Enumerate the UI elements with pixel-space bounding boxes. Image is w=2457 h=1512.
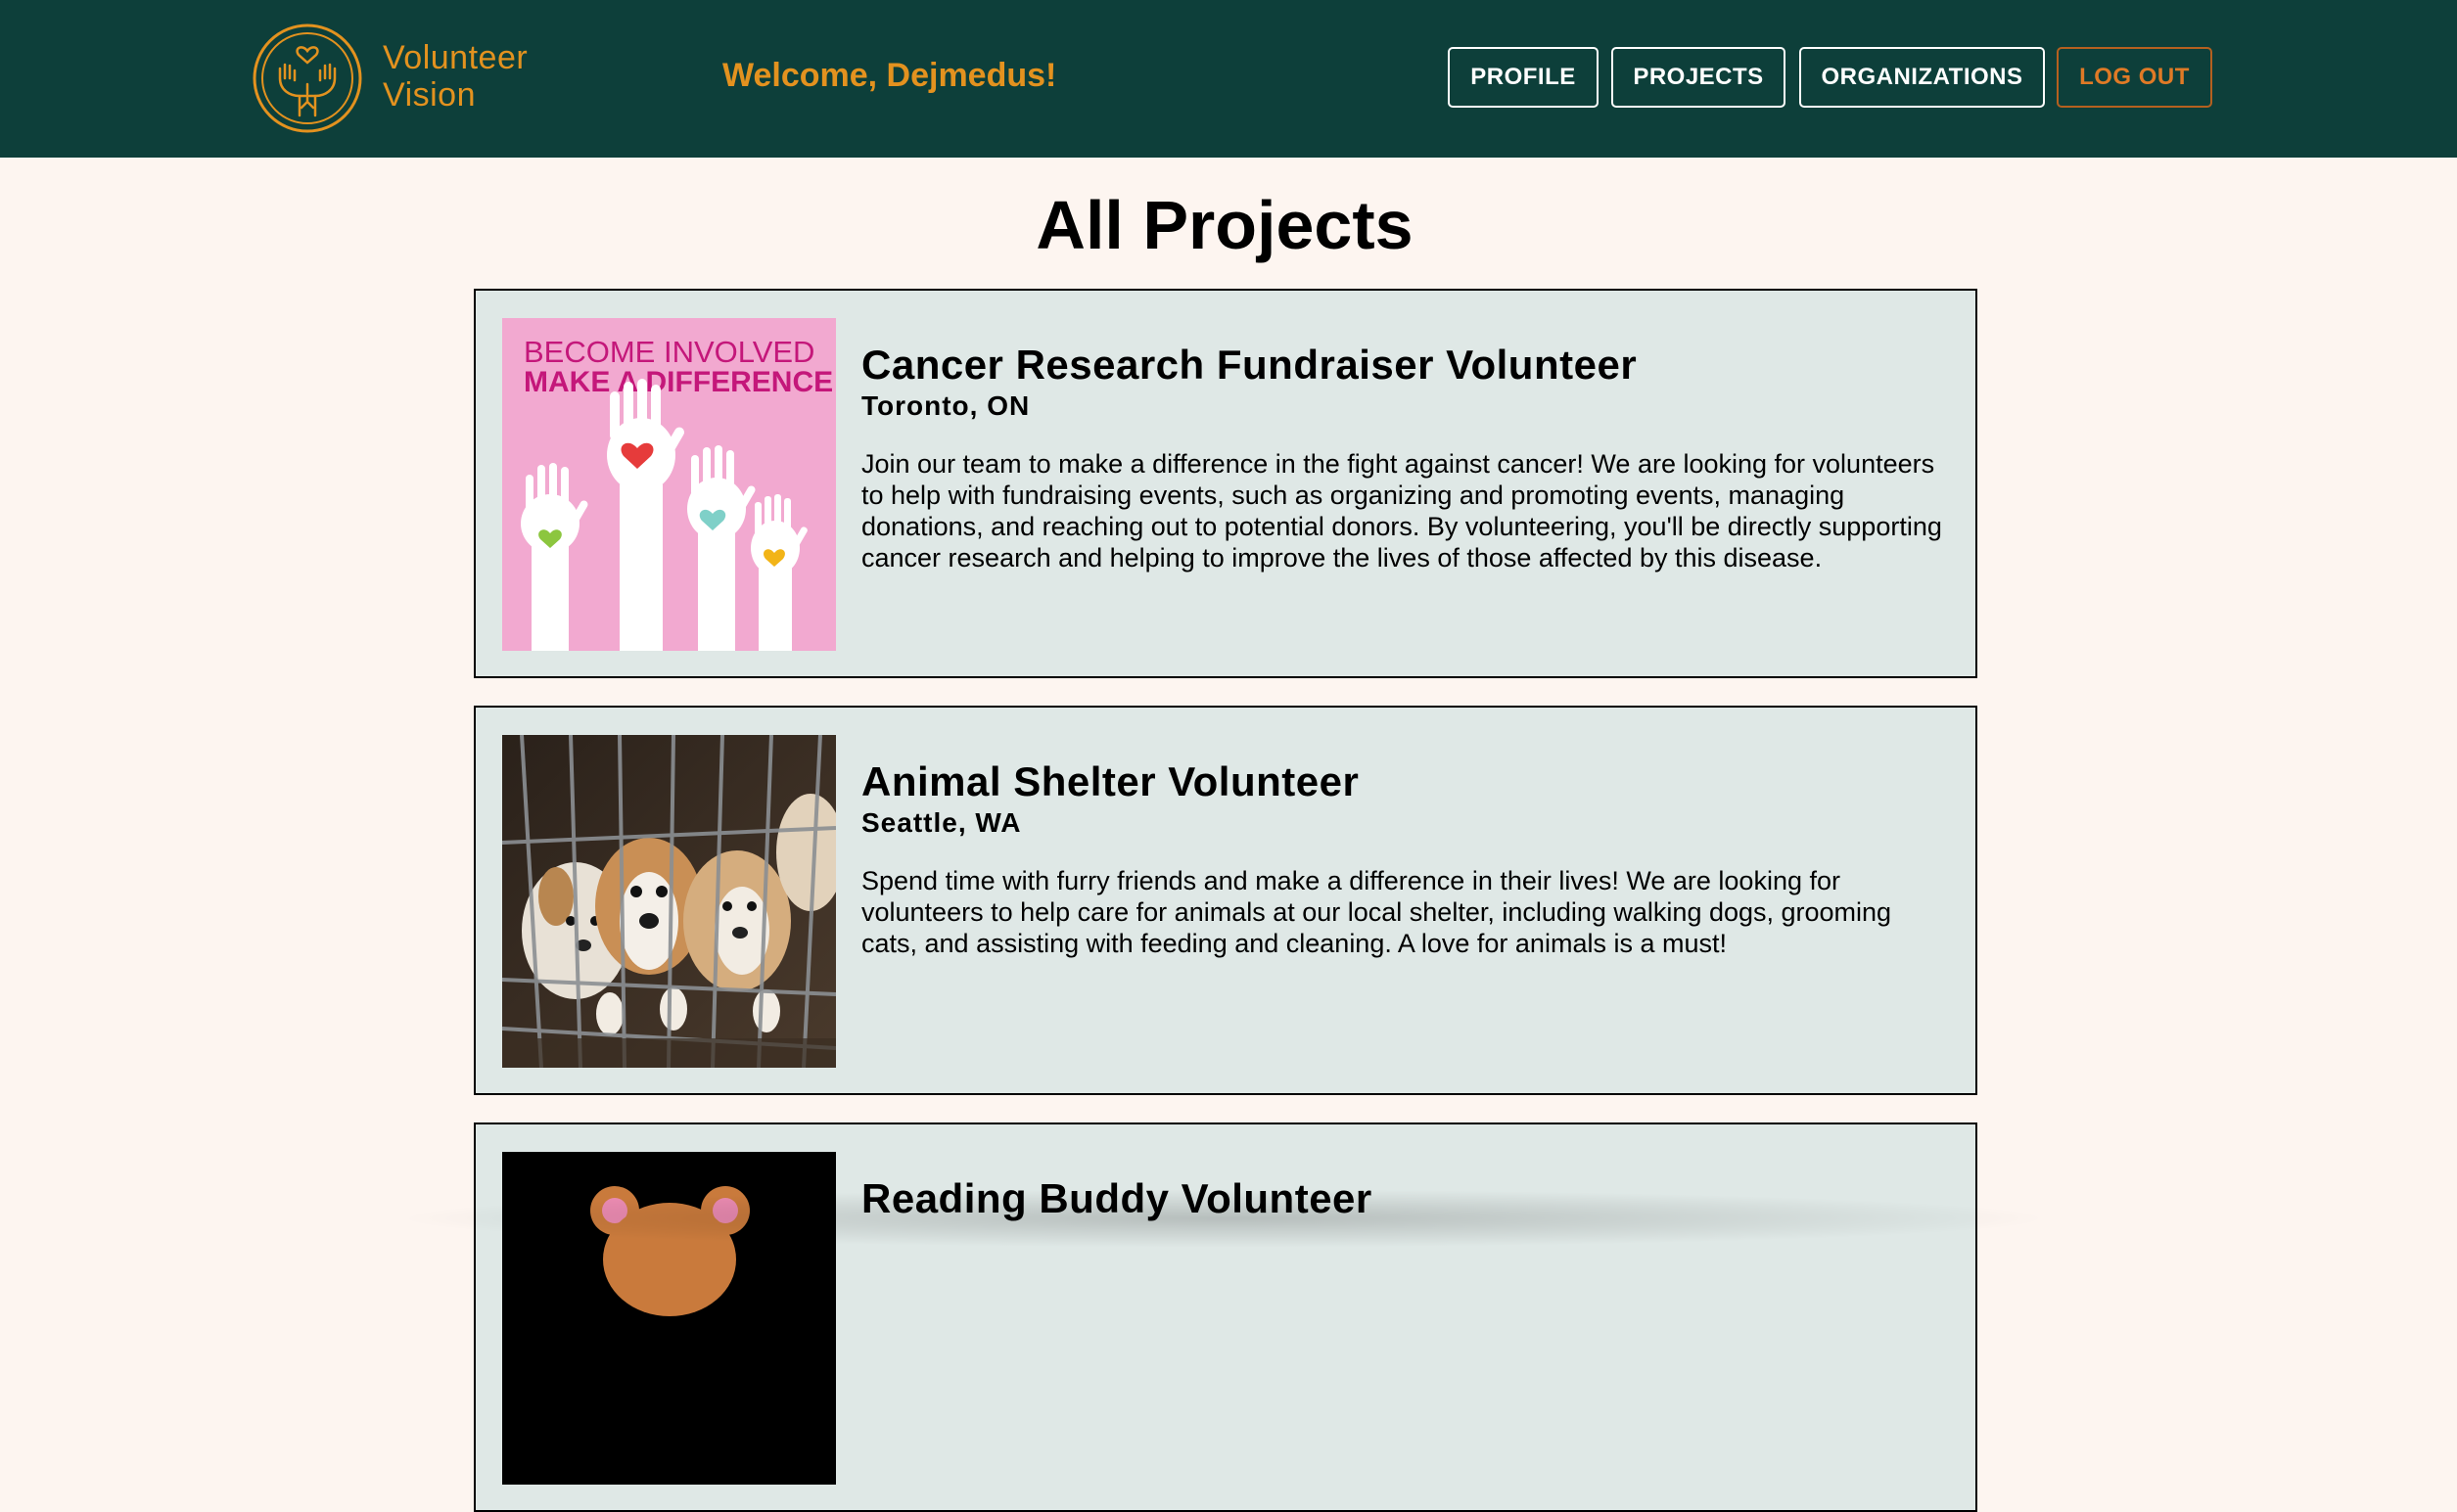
- page-title: All Projects: [1036, 187, 1414, 263]
- nav-projects-button[interactable]: PROJECTS: [1611, 47, 1785, 108]
- top-navbar: Volunteer Vision Welcome, Dejmedus! PROF…: [0, 0, 2457, 158]
- project-card[interactable]: Reading Buddy Volunteer: [474, 1123, 1977, 1512]
- volunteer-vision-logo-icon[interactable]: [251, 22, 364, 135]
- brand-name-line2: Vision: [383, 76, 476, 114]
- project-location: Toronto, ON: [861, 390, 1031, 421]
- project-description: Spend time with furry friends and make a…: [861, 866, 1892, 958]
- teddy-bear-illustration-icon: [502, 1152, 836, 1485]
- image-text-line2: MAKE A DIFFERENCE: [524, 366, 833, 398]
- caged-puppies-photo-icon: [502, 735, 836, 1068]
- project-image[interactable]: [502, 1152, 836, 1485]
- nav-profile-button[interactable]: PROFILE: [1448, 47, 1599, 108]
- project-image[interactable]: [502, 735, 836, 1068]
- welcome-message: Welcome, Dejmedus!: [722, 57, 1057, 94]
- project-title[interactable]: Animal Shelter Volunteer: [861, 758, 1359, 805]
- project-title[interactable]: Cancer Research Fundraiser Volunteer: [861, 342, 1637, 389]
- logout-button[interactable]: LOG OUT: [2057, 47, 2212, 108]
- project-title[interactable]: Reading Buddy Volunteer: [861, 1175, 1372, 1222]
- project-image[interactable]: BECOME INVOLVED MAKE A DIFFERENCE: [502, 318, 836, 651]
- project-description: Join our team to make a difference in th…: [861, 449, 1942, 573]
- brand-name-line1: Volunteer: [383, 39, 529, 76]
- project-location: Seattle, WA: [861, 807, 1022, 838]
- raised-hands-illustration-icon: BECOME INVOLVED MAKE A DIFFERENCE: [502, 318, 836, 651]
- project-card[interactable]: Animal Shelter Volunteer Seattle, WA Spe…: [474, 706, 1977, 1095]
- project-card[interactable]: BECOME INVOLVED MAKE A DIFFERENCE Cancer…: [474, 289, 1977, 678]
- image-text-line1: BECOME INVOLVED: [524, 335, 814, 369]
- brand-name[interactable]: Volunteer Vision: [383, 39, 528, 114]
- nav-organizations-button[interactable]: ORGANIZATIONS: [1799, 47, 2045, 108]
